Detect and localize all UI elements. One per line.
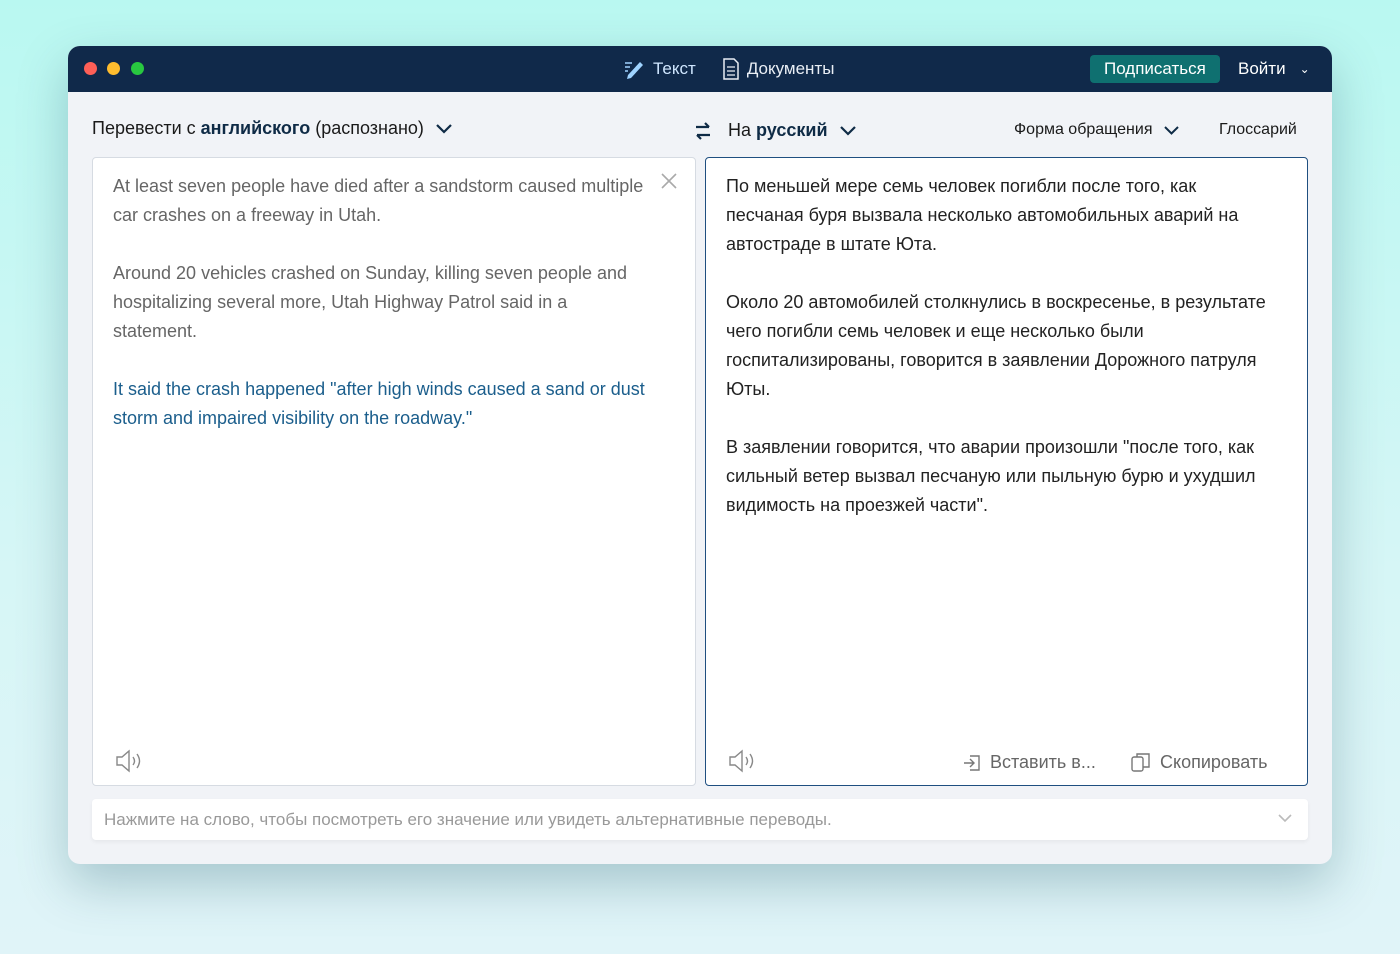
chevron-down-icon[interactable]: [1278, 814, 1292, 823]
insert-label: Вставить в...: [990, 752, 1096, 772]
login-button[interactable]: Войти ⌄: [1238, 59, 1310, 79]
copy-label: Скопировать: [1160, 751, 1268, 772]
target-paragraph: Около 20 автомобилей столкнулись в воскр…: [726, 292, 1266, 399]
tab-documents[interactable]: Документы: [722, 58, 835, 80]
chevron-down-icon: ⌄: [1299, 62, 1310, 76]
swap-languages-icon[interactable]: [695, 122, 711, 140]
maximize-window-button[interactable]: [131, 62, 144, 75]
target-language: русский: [756, 120, 828, 140]
source-panel[interactable]: At least seven people have died after a …: [92, 157, 696, 786]
glossary-button[interactable]: Глоссарий: [1219, 121, 1297, 139]
app-window: Текст Документы Подписаться Войти ⌄ Перев…: [68, 46, 1332, 864]
tab-text[interactable]: Текст: [624, 59, 696, 79]
subscribe-button[interactable]: Подписаться: [1090, 55, 1220, 83]
dictionary-hint-bar[interactable]: Нажмите на слово, чтобы посмотреть его з…: [92, 799, 1308, 840]
close-window-button[interactable]: [84, 62, 97, 75]
speaker-icon[interactable]: [728, 749, 756, 773]
tab-text-label: Текст: [653, 59, 696, 78]
copy-button[interactable]: Скопировать: [1130, 751, 1268, 773]
source-language: английского: [200, 118, 311, 138]
hint-text: Нажмите на слово, чтобы посмотреть его з…: [104, 810, 832, 829]
source-text[interactable]: At least seven people have died after a …: [113, 172, 655, 462]
source-paragraph: At least seven people have died after a …: [113, 176, 644, 225]
formality-dropdown[interactable]: Форма обращения: [1014, 121, 1180, 139]
tab-documents-label: Документы: [746, 59, 835, 78]
source-detected: (распознано): [315, 118, 424, 138]
login-label: Войти: [1238, 59, 1286, 78]
formality-label: Форма обращения: [1014, 121, 1153, 138]
pen-icon: [625, 62, 643, 79]
source-language-selector[interactable]: Перевести с английского (распознано): [92, 118, 452, 139]
chevron-down-icon: [839, 125, 856, 136]
copy-icon: [1131, 753, 1150, 772]
speaker-icon[interactable]: [115, 749, 143, 773]
source-paragraph: Around 20 vehicles crashed on Sunday, ki…: [113, 263, 628, 341]
target-language-selector[interactable]: На русский: [728, 120, 856, 141]
insert-button[interactable]: Вставить в...: [962, 752, 1096, 773]
insert-icon: [964, 754, 980, 771]
source-prefix: Перевести с: [92, 118, 196, 138]
minimize-window-button[interactable]: [107, 62, 120, 75]
target-panel: По меньшей мере семь человек погибли пос…: [705, 157, 1308, 786]
target-paragraph: По меньшей мере семь человек погибли пос…: [726, 176, 1239, 254]
chevron-down-icon: [1164, 125, 1180, 135]
title-bar: Текст Документы Подписаться Войти ⌄: [68, 46, 1332, 92]
chevron-down-icon: [436, 123, 452, 134]
document-icon: [723, 58, 739, 80]
target-text[interactable]: По меньшей мере семь человек погибли пос…: [726, 172, 1267, 549]
target-paragraph: В заявлении говорится, что аварии произо…: [726, 437, 1256, 515]
target-prefix: На: [728, 120, 752, 140]
source-paragraph-highlighted: It said the crash happened "after high w…: [113, 379, 645, 428]
clear-text-icon[interactable]: [661, 173, 677, 189]
